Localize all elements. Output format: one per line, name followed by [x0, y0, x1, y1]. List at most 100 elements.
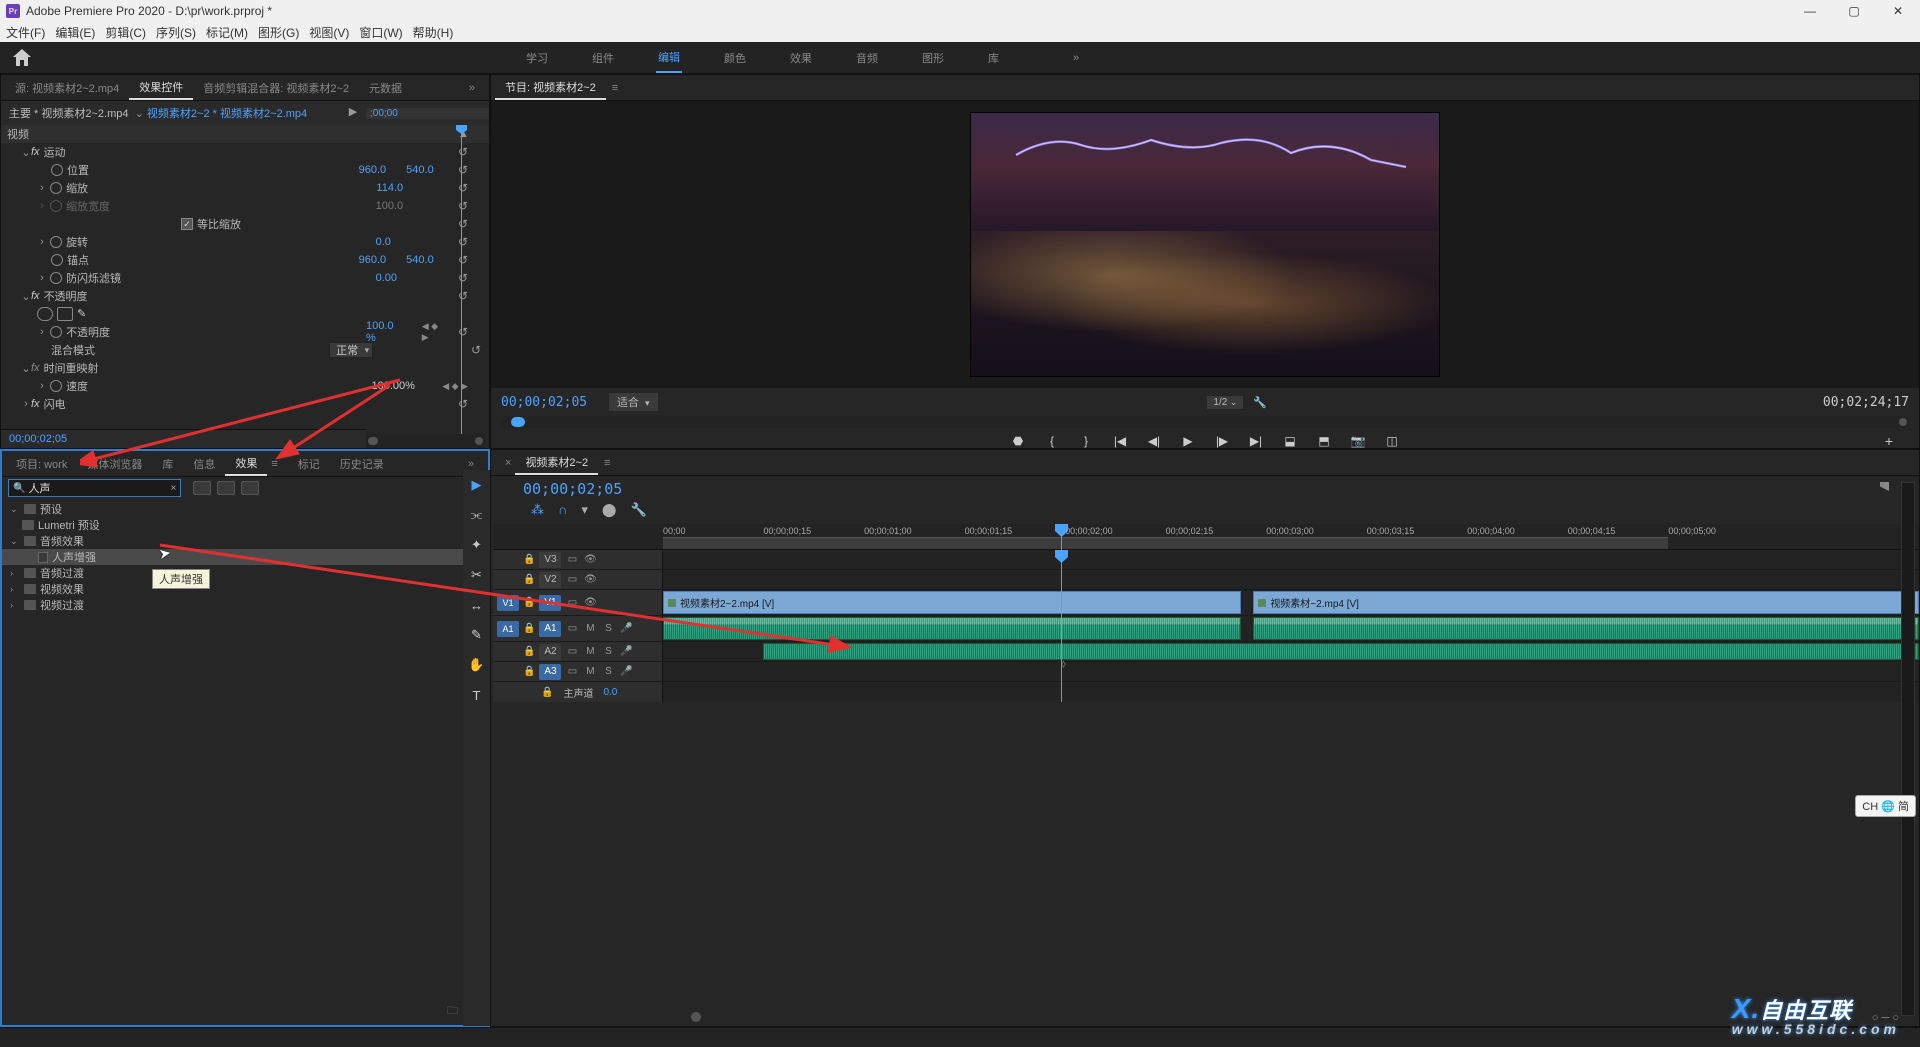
- ruler-playhead[interactable]: [1061, 524, 1062, 550]
- workspace-library[interactable]: 库: [986, 42, 1001, 73]
- stopwatch-icon[interactable]: [50, 326, 62, 338]
- ec-motion[interactable]: 运动: [44, 144, 66, 160]
- workspace-effects[interactable]: 效果: [788, 42, 814, 73]
- stopwatch-icon[interactable]: [50, 236, 62, 248]
- tab-sequence[interactable]: 视频素材2~2: [515, 450, 598, 475]
- program-fit-select[interactable]: 适合: [609, 393, 658, 411]
- add-marker-icon[interactable]: ▾: [581, 502, 588, 518]
- track-target-a2[interactable]: A2: [539, 644, 561, 660]
- lock-icon[interactable]: 🔒: [523, 623, 535, 634]
- workspace-learn[interactable]: 学习: [524, 42, 550, 73]
- pen-tool[interactable]: ✎: [468, 626, 486, 644]
- timeline-timecode[interactable]: 00;00;02;05: [523, 480, 1919, 498]
- workspace-overflow[interactable]: »: [1071, 42, 1081, 73]
- keyframe-nav[interactable]: ◀ ◆ ▶: [422, 321, 440, 343]
- selection-tool[interactable]: ▶: [468, 476, 486, 494]
- window-minimize[interactable]: —: [1788, 0, 1832, 22]
- play-button[interactable]: ▶: [1179, 432, 1197, 450]
- tab-source[interactable]: 源: 视频素材2~2.mp4: [5, 75, 129, 100]
- reset-icon[interactable]: ↺: [458, 199, 468, 213]
- tree-item-audio-effects[interactable]: ⌄音频效果: [2, 533, 488, 549]
- toggle-output-icon[interactable]: ▭: [565, 623, 579, 634]
- effects-search-input[interactable]: [28, 482, 170, 494]
- menu-view[interactable]: 视图(V): [309, 24, 349, 41]
- stopwatch-icon[interactable]: [50, 380, 62, 392]
- ec-opacity[interactable]: 不透明度: [44, 288, 88, 304]
- wrench-icon[interactable]: 🔧: [1253, 396, 1267, 409]
- ec-anchor-y[interactable]: 540.0: [406, 254, 434, 266]
- voice-icon[interactable]: 🎤: [619, 623, 633, 634]
- tl-wrench-icon[interactable]: 🔧: [630, 502, 646, 518]
- ec-playhead[interactable]: [461, 125, 462, 434]
- effects-search-box[interactable]: 🔍 ×: [8, 479, 181, 497]
- toggle-eye-icon[interactable]: 👁: [583, 574, 597, 585]
- tab-audio-mixer[interactable]: 音频剪辑混合器: 视频素材2~2: [193, 75, 359, 100]
- panel-overflow[interactable]: »: [459, 75, 485, 100]
- tree-item-lumetri[interactable]: Lumetri 预设: [2, 517, 488, 533]
- ec-speed-value[interactable]: 100.00%: [372, 380, 415, 392]
- export-frame-button[interactable]: 📷: [1349, 432, 1367, 450]
- button-editor[interactable]: +: [1885, 433, 1893, 449]
- mute-icon[interactable]: M: [583, 666, 597, 677]
- rect-mask-icon[interactable]: [57, 307, 73, 321]
- toggle-output-icon[interactable]: ▭: [565, 574, 579, 585]
- tab-program[interactable]: 节目: 视频素材2~2: [495, 75, 606, 100]
- lock-icon[interactable]: 🔒: [523, 666, 535, 677]
- workspace-graphics[interactable]: 图形: [920, 42, 946, 73]
- track-target-v3[interactable]: V3: [539, 552, 561, 568]
- master-value[interactable]: 0.0: [603, 687, 617, 698]
- mute-icon[interactable]: M: [583, 646, 597, 657]
- menu-graphics[interactable]: 图形(G): [258, 24, 299, 41]
- stopwatch-icon[interactable]: [51, 164, 63, 176]
- reset-icon[interactable]: ↺: [458, 289, 468, 303]
- extract-button[interactable]: ⬒: [1315, 432, 1333, 450]
- lock-icon[interactable]: 🔒: [523, 646, 535, 657]
- pen-mask-icon[interactable]: ✎: [77, 307, 93, 321]
- menu-help[interactable]: 帮助(H): [413, 24, 454, 41]
- tab-history[interactable]: 历史记录: [330, 451, 394, 476]
- lock-icon[interactable]: 🔒: [523, 597, 535, 608]
- tab-media-browser[interactable]: 媒体浏览器: [77, 451, 152, 476]
- mute-icon[interactable]: M: [583, 623, 597, 634]
- ec-lightning[interactable]: 闪电: [44, 396, 66, 412]
- menu-edit[interactable]: 编辑(E): [55, 24, 95, 41]
- linked-selection-icon[interactable]: ∩: [558, 502, 567, 518]
- step-back-button[interactable]: ◀|: [1145, 432, 1163, 450]
- track-target-v1[interactable]: V1: [539, 595, 561, 611]
- mark-out-button[interactable]: {: [1043, 432, 1061, 450]
- blend-mode-select[interactable]: 正常: [329, 342, 373, 358]
- keyframe-nav[interactable]: ◀ ◆ ▶: [442, 381, 468, 392]
- ec-rotation-value[interactable]: 0.0: [376, 236, 391, 248]
- tree-item-presets[interactable]: ⌄预设: [2, 501, 488, 517]
- ec-timecode[interactable]: 00;00;02;05: [1, 429, 366, 448]
- workspace-assembly[interactable]: 组件: [590, 42, 616, 73]
- toggle-eye-icon[interactable]: 👁: [583, 554, 597, 565]
- go-to-out-button[interactable]: ▶|: [1247, 432, 1265, 450]
- ripple-edit-tool[interactable]: ✦: [468, 536, 486, 554]
- ec-opacity-value[interactable]: 100.0 %: [366, 320, 394, 344]
- accelerated-badge-filter[interactable]: [193, 481, 211, 495]
- menu-window[interactable]: 窗口(W): [359, 24, 402, 41]
- voice-icon[interactable]: 🎤: [619, 646, 633, 657]
- tab-metadata[interactable]: 元数据: [359, 75, 412, 100]
- timeline-ruler[interactable]: 00;0000;00;00;1500;00;01;0000;00;01;1500…: [493, 524, 1919, 550]
- toggle-output-icon[interactable]: ▭: [565, 646, 579, 657]
- reset-icon[interactable]: ↺: [458, 253, 468, 267]
- lock-icon[interactable]: 🔒: [523, 554, 535, 565]
- reset-icon[interactable]: ↺: [458, 397, 468, 411]
- program-video-frame[interactable]: [970, 112, 1440, 377]
- ec-time-remap[interactable]: 时间重映射: [44, 360, 99, 376]
- stopwatch-icon[interactable]: [51, 254, 63, 266]
- track-target-v2[interactable]: V2: [539, 572, 561, 588]
- reset-icon[interactable]: ↺: [458, 217, 468, 231]
- reset-icon[interactable]: ↺: [458, 163, 468, 177]
- tree-item-video-transitions[interactable]: ›视频过渡: [2, 597, 488, 613]
- toggle-output-icon[interactable]: ▭: [565, 597, 579, 608]
- reset-icon[interactable]: ↺: [458, 271, 468, 285]
- workspace-editing[interactable]: 编辑: [656, 42, 682, 73]
- audio-clip-1[interactable]: [663, 617, 1241, 640]
- ec-position-y[interactable]: 540.0: [406, 164, 434, 176]
- workspace-color[interactable]: 颜色: [722, 42, 748, 73]
- uniform-scale-checkbox[interactable]: ✓: [181, 218, 193, 230]
- reset-icon[interactable]: ↺: [471, 343, 481, 357]
